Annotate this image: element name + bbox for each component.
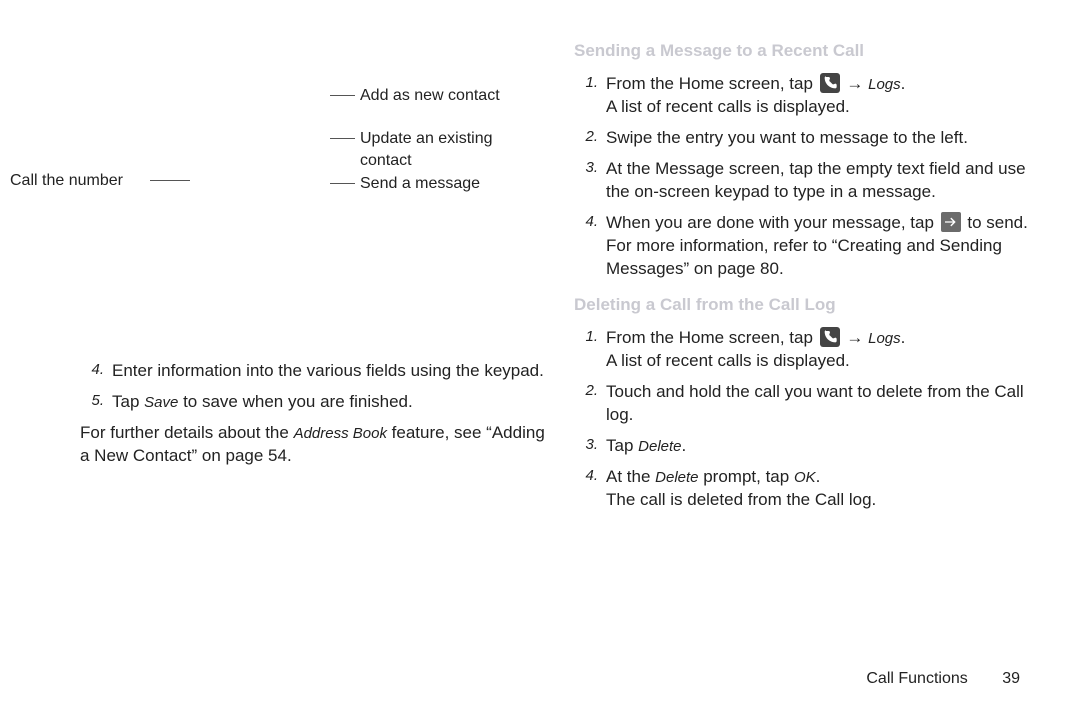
step-text: At the Delete prompt, tap OK. The call i…	[606, 466, 1040, 512]
delete-label: Delete	[655, 469, 698, 486]
logs-label: Logs	[868, 76, 901, 93]
step-subtext: For more information, refer to “Creating…	[606, 235, 1040, 281]
ok-label: OK	[794, 469, 816, 486]
send-step-2: 2. Swipe the entry you want to message t…	[574, 127, 1040, 150]
left-column: Call the number Add as new contact Updat…	[80, 40, 564, 700]
step-text: From the Home screen, tap → Logs. A list…	[606, 73, 1040, 119]
line-to-send	[330, 183, 355, 184]
step-number: 1.	[574, 73, 606, 93]
logs-label: Logs	[868, 330, 901, 347]
heading-deleting-call: Deleting a Call from the Call Log	[574, 294, 1040, 317]
delete-step-2: 2. Touch and hold the call you want to d…	[574, 381, 1040, 427]
step-text: When you are done with your message, tap…	[606, 212, 1040, 281]
step-text-part: From the Home screen, tap	[606, 74, 818, 93]
label-send-message: Send a message	[360, 173, 510, 195]
step-text-part: prompt, tap	[699, 467, 794, 486]
para-text-part: For further details about the	[80, 423, 294, 442]
section-name: Call Functions	[866, 670, 967, 687]
step-text-part: At the	[606, 467, 655, 486]
step-text: Tap Save to save when you are finished.	[112, 391, 546, 414]
step-text: Tap Delete.	[606, 435, 1040, 458]
heading-sending-message: Sending a Message to a Recent Call	[574, 40, 1040, 63]
step-text-part: .	[682, 436, 687, 455]
delete-step-1: 1. From the Home screen, tap → Logs. A l…	[574, 327, 1040, 373]
step-number: 2.	[574, 127, 606, 147]
send-step-1: 1. From the Home screen, tap → Logs. A l…	[574, 73, 1040, 119]
send-step-3: 3. At the Message screen, tap the empty …	[574, 158, 1040, 204]
address-book-note: For further details about the Address Bo…	[80, 422, 546, 468]
step-text-part: Tap	[606, 436, 638, 455]
step-subtext: The call is deleted from the Call log.	[606, 489, 1040, 512]
step-text-part: .	[816, 467, 821, 486]
step-number: 2.	[574, 381, 606, 401]
step-5-left: 5. Tap Save to save when you are finishe…	[80, 391, 546, 414]
line-to-call	[150, 180, 190, 181]
step-text-part: .	[901, 328, 906, 347]
step-number: 3.	[574, 158, 606, 178]
step-4-left: 4. Enter information into the various fi…	[80, 360, 546, 383]
step-text-part: When you are done with your message, tap	[606, 213, 939, 232]
save-label: Save	[144, 394, 178, 411]
step-text: Enter information into the various field…	[112, 360, 546, 383]
line-to-add	[330, 95, 355, 96]
phone-icon	[820, 327, 840, 347]
manual-page: Call the number Add as new contact Updat…	[0, 0, 1080, 720]
delete-label: Delete	[638, 438, 681, 455]
step-text-part: .	[901, 74, 906, 93]
step-number: 1.	[574, 327, 606, 347]
step-number: 4.	[80, 360, 112, 380]
right-column: Sending a Message to a Recent Call 1. Fr…	[564, 40, 1050, 700]
label-update-existing: Update an existing contact	[360, 128, 500, 171]
delete-step-4: 4. At the Delete prompt, tap OK. The cal…	[574, 466, 1040, 512]
step-text: At the Message screen, tap the empty tex…	[606, 158, 1040, 204]
step-text-part: From the Home screen, tap	[606, 328, 818, 347]
line-to-update	[330, 138, 355, 139]
step-number: 3.	[574, 435, 606, 455]
step-text: From the Home screen, tap → Logs. A list…	[606, 327, 1040, 373]
step-text-part: to save when you are finished.	[178, 392, 412, 411]
context-menu-diagram: Call the number Add as new contact Updat…	[80, 40, 546, 320]
step-subtext: A list of recent calls is displayed.	[606, 96, 1040, 119]
step-number: 4.	[574, 212, 606, 232]
step-number: 5.	[80, 391, 112, 411]
phone-icon	[820, 73, 840, 93]
send-step-4: 4. When you are done with your message, …	[574, 212, 1040, 281]
page-footer: Call Functions 39	[866, 668, 1020, 690]
step-text-part: to send.	[963, 213, 1028, 232]
step-text-part: Tap	[112, 392, 144, 411]
label-add-as-new: Add as new contact	[360, 85, 500, 107]
delete-step-3: 3. Tap Delete.	[574, 435, 1040, 458]
send-icon	[941, 212, 961, 232]
step-text: Touch and hold the call you want to dele…	[606, 381, 1040, 427]
step-number: 4.	[574, 466, 606, 486]
step-subtext: A list of recent calls is displayed.	[606, 350, 1040, 373]
address-book-label: Address Book	[294, 425, 387, 442]
page-number: 39	[1002, 670, 1020, 687]
step-text: Swipe the entry you want to message to t…	[606, 127, 1040, 150]
label-call-the-number: Call the number	[10, 170, 123, 192]
